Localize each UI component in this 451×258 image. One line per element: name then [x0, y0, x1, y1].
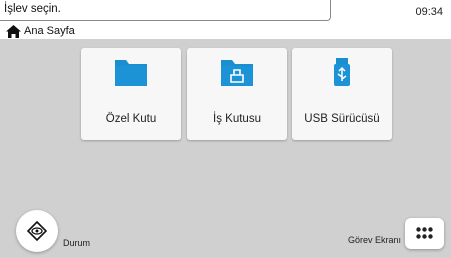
tile-usb-drive[interactable]: USB Sürücüsü — [292, 48, 392, 140]
breadcrumb[interactable]: Ana Sayfa — [0, 24, 451, 39]
status-button[interactable] — [16, 210, 58, 252]
job-box-folder-icon — [221, 60, 253, 86]
tile-job-box[interactable]: İş Kutusu — [187, 48, 287, 140]
tile-label: Özel Kutu — [105, 113, 157, 125]
status-label: Durum — [63, 238, 91, 248]
task-screen-button[interactable] — [405, 218, 444, 249]
grid-dots-icon — [416, 227, 433, 239]
task-screen-label: Görev Ekranı — [347, 235, 401, 245]
status-eye-icon — [27, 221, 47, 241]
prompt-text: İşlev seçin. — [4, 3, 61, 15]
tile-label: İş Kutusu — [213, 113, 261, 125]
breadcrumb-label: Ana Sayfa — [24, 25, 75, 37]
top-bar: İşlev seçin. 09:34 — [0, 0, 451, 24]
clock: 09:34 — [415, 6, 443, 18]
tile-custom-box[interactable]: Özel Kutu — [81, 48, 181, 140]
tile-label: USB Sürücüsü — [304, 113, 380, 125]
usb-icon — [334, 58, 350, 86]
prompt-box: İşlev seçin. — [0, 0, 331, 21]
home-icon — [6, 25, 21, 38]
folder-icon — [115, 60, 147, 86]
